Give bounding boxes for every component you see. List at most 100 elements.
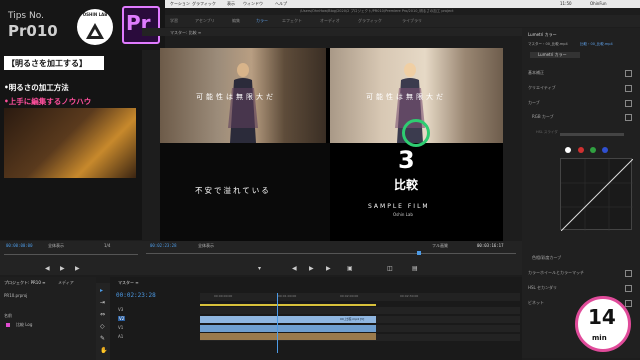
white-channel-icon[interactable] bbox=[565, 147, 571, 153]
lumetri-vignette-checkbox[interactable] bbox=[625, 300, 632, 307]
timeline-audio-clip[interactable] bbox=[200, 333, 376, 340]
step-forward-icon[interactable]: ▶ bbox=[75, 265, 80, 272]
lumetri-section-creative[interactable]: クリエイティブ bbox=[528, 85, 556, 91]
step-back-icon[interactable]: ◀ bbox=[292, 265, 297, 272]
blue-channel-icon[interactable] bbox=[602, 147, 608, 153]
track-label[interactable]: A1 bbox=[118, 334, 123, 339]
program-monitor-footer: 00:02:23:28 全体表示 フル画質 00:03:16:17 ▾ ◀ ▶ … bbox=[142, 241, 522, 275]
timeline-clip[interactable]: 00_比較.mp4 [V] bbox=[200, 316, 376, 323]
lift-icon[interactable]: ▣ bbox=[347, 265, 353, 272]
work-area-bar[interactable] bbox=[200, 304, 376, 306]
hand-tool-icon[interactable]: ✋ bbox=[100, 347, 107, 354]
timeline-clip[interactable] bbox=[200, 325, 376, 332]
lumetri-rgb-checkbox[interactable] bbox=[625, 114, 632, 121]
tab-graphics[interactable]: グラフィック bbox=[358, 18, 382, 24]
lumetri-section-basic[interactable]: 基本補正 bbox=[528, 70, 544, 76]
marker-icon[interactable]: ▾ bbox=[258, 265, 261, 272]
green-channel-icon[interactable] bbox=[590, 147, 596, 153]
program-scrub-bar[interactable] bbox=[146, 253, 516, 254]
track-label[interactable]: V2 bbox=[118, 316, 126, 321]
step-forward-icon[interactable]: ▶ bbox=[326, 265, 331, 272]
tips-label: Tips No. bbox=[8, 11, 44, 21]
tab-media-browser[interactable]: メディア bbox=[58, 280, 74, 286]
source-zoom[interactable]: 全体表示 bbox=[48, 243, 64, 249]
lumetri-master[interactable]: マスター・00_比較.mp4 bbox=[528, 42, 568, 47]
step-back-icon[interactable]: ◀ bbox=[45, 265, 50, 272]
lumetri-hue-sat-curve[interactable]: 色相/彩度カーブ bbox=[532, 255, 561, 261]
source-preview-thumbnail bbox=[4, 108, 136, 178]
lumetri-section-curves[interactable]: カーブ bbox=[528, 100, 540, 106]
project-item[interactable]: 比較 Log bbox=[16, 322, 32, 328]
tools-panel: ▸ ⇥ ⇔ ◇ ✎ ✋ bbox=[96, 283, 110, 360]
rgb-curve-editor[interactable] bbox=[560, 158, 633, 231]
lumetri-curves-checkbox[interactable] bbox=[625, 100, 632, 107]
timeline-playhead[interactable] bbox=[277, 293, 278, 353]
lumetri-rgb-curve[interactable]: RGB カーブ bbox=[532, 114, 554, 120]
tab-assembly[interactable]: アセンブリ bbox=[195, 18, 215, 24]
lesson-title: 【明るさを加工する】 bbox=[4, 56, 104, 70]
sample-film-title: SAMPLE FILM bbox=[368, 203, 430, 210]
comparison-view-icon[interactable]: ▤ bbox=[412, 265, 418, 272]
program-duration: 00:03:16:17 bbox=[477, 243, 504, 248]
program-zoom[interactable]: 全体表示 bbox=[198, 243, 214, 249]
lumetri-creative-checkbox[interactable] bbox=[625, 85, 632, 92]
program-monitor-title[interactable]: マスター: 比較 ≡ bbox=[170, 30, 201, 36]
hsl-range-slider[interactable] bbox=[560, 133, 624, 136]
tab-libraries[interactable]: ライブラリ bbox=[402, 18, 422, 24]
track-label[interactable]: V3 bbox=[118, 307, 123, 312]
program-quality[interactable]: フル画質 bbox=[432, 243, 448, 249]
selection-tool-icon[interactable]: ▸ bbox=[100, 287, 103, 294]
source-timecode: 00:00:00:00 bbox=[6, 243, 33, 248]
track-label[interactable]: V1 bbox=[118, 325, 123, 330]
comparison-number: 3 bbox=[398, 146, 415, 174]
lumetri-wheels-checkbox[interactable] bbox=[625, 270, 632, 277]
project-panel: プロジェクト: PR10 ≡ メディア PR10.prproj 名前 比較 Lo… bbox=[0, 277, 96, 360]
menu-item[interactable]: ウィンドウ bbox=[243, 1, 263, 7]
export-frame-icon[interactable]: ◫ bbox=[387, 265, 393, 272]
clip-label: 00_比較.mp4 [V] bbox=[340, 317, 365, 321]
play-icon[interactable]: ▶ bbox=[60, 265, 65, 272]
lumetri-section-vignette[interactable]: ビネット bbox=[528, 300, 544, 306]
lumetri-sequence[interactable]: 比較・00_比較.mp4 bbox=[580, 42, 613, 47]
timeline-timecode[interactable]: 00:02:23:28 bbox=[116, 292, 156, 299]
menu-item[interactable]: 表示 bbox=[227, 1, 235, 7]
tab-learn[interactable]: 学習 bbox=[170, 18, 178, 24]
lumetri-hsl-checkbox[interactable] bbox=[625, 285, 632, 292]
tab-audio[interactable]: オーディオ bbox=[320, 18, 340, 24]
source-resolution[interactable]: 1/4 bbox=[104, 243, 110, 248]
cursor-highlight-ring bbox=[402, 119, 430, 147]
menu-item[interactable]: ヘルプ bbox=[275, 1, 287, 7]
playhead-marker-icon[interactable] bbox=[417, 251, 421, 255]
track-select-tool-icon[interactable]: ⇥ bbox=[100, 299, 105, 306]
tab-edit[interactable]: 編集 bbox=[232, 18, 240, 24]
lumetri-title[interactable]: Lumetri カラー bbox=[528, 32, 557, 38]
lumetri-effect-selector[interactable]: Lumetri カラー bbox=[530, 52, 580, 58]
play-icon[interactable]: ▶ bbox=[309, 265, 314, 272]
lesson-point-2: •上手に編集するノウハウ bbox=[4, 97, 92, 106]
lumetri-section-hsl[interactable]: HSL セカンダリ bbox=[528, 285, 557, 291]
timeline-ruler[interactable]: 00:00:00:00 00:01:00:00 00:02:00:00 00:0… bbox=[200, 293, 520, 301]
lumetri-hsl-slider-label: HSL スライダ bbox=[536, 130, 558, 134]
sequence-label-color bbox=[6, 323, 10, 327]
ripple-edit-tool-icon[interactable]: ⇔ bbox=[100, 311, 105, 318]
lesson-point-1: •明るさの加工方法 bbox=[4, 83, 69, 92]
menubar-clock: 11:50 bbox=[560, 1, 572, 6]
timeline-title[interactable]: マスター ≡ bbox=[118, 280, 139, 286]
logo-text: OSHIN LAB bbox=[82, 12, 108, 17]
project-panel-title[interactable]: プロジェクト: PR10 ≡ bbox=[4, 280, 46, 286]
menu-item[interactable]: グラフィック bbox=[192, 1, 216, 7]
menu-item[interactable]: ケーション bbox=[170, 1, 190, 7]
ruler-tick: 00:00:00:00 bbox=[214, 294, 233, 298]
razor-tool-icon[interactable]: ◇ bbox=[100, 323, 105, 330]
menubar-user[interactable]: OhinFun bbox=[590, 1, 606, 6]
tab-color[interactable]: カラー bbox=[256, 18, 268, 24]
red-channel-icon[interactable] bbox=[578, 147, 584, 153]
column-name-header[interactable]: 名前 bbox=[4, 313, 12, 319]
lumetri-basic-checkbox[interactable] bbox=[625, 70, 632, 77]
track-v3[interactable] bbox=[200, 307, 520, 314]
program-timecode[interactable]: 00:02:23:28 bbox=[150, 243, 177, 248]
lumetri-section-color-wheels[interactable]: カラーホイールとカラーマッチ bbox=[528, 270, 584, 276]
source-scrub-bar[interactable] bbox=[4, 254, 138, 255]
tab-effects[interactable]: エフェクト bbox=[282, 18, 302, 24]
pen-tool-icon[interactable]: ✎ bbox=[100, 335, 105, 342]
